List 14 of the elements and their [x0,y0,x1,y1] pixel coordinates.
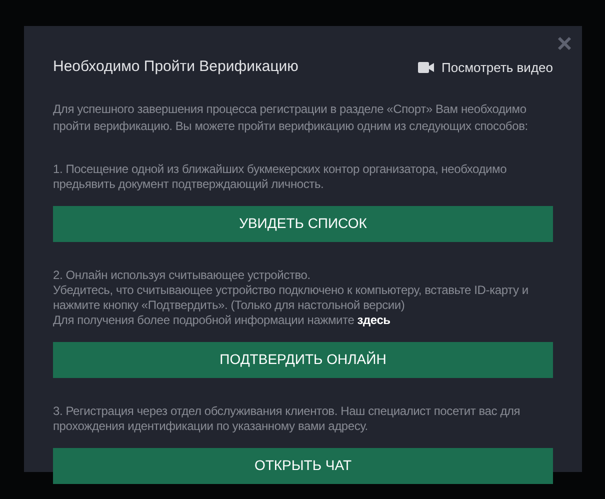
video-camera-icon [418,62,434,73]
here-link[interactable]: здесь [357,312,390,326]
step-text: 2. Онлайн используя считывающее устройство. [53,268,312,282]
step-text: Убедитесь, что считывающее устройство подключено к компьютеру, вставьте ID-карту и нажмите кнопку «Подтвердить». (Только для настольной версии) [53,282,530,312]
action-button[interactable]: УВИДЕТЬ СПИСОК [53,206,553,242]
action-button[interactable]: ПОДТВЕРДИТЬ ОНЛАЙН [53,342,553,378]
action-button[interactable]: ОТКРЫТЬ ЧАТ [53,448,553,484]
info-text: Для получения более подробной информации нажмите [53,312,354,326]
step-text: 3. Регистрация через отдел обслуживания клиентов. Наш специалист посетит вас для прохождения идентификации по указанному вами адресу. [53,404,522,434]
dialog-title: Необходимо Пройти Верификацию [53,57,298,77]
video-link[interactable]: Посмотреть видео [418,58,553,77]
close-icon[interactable] [557,36,572,51]
step-text: 1. Посещение одной из ближайших букмекерских контор организатора, необходимо предьявить документ подтверждающий личность. [53,162,508,192]
intro-text: Для успешного завершения процесса регистрации в разделе «Спорт» Вам необходимо пройти верификацию. Вы можете пройти верификацию одним из следующих способов: [53,100,529,134]
